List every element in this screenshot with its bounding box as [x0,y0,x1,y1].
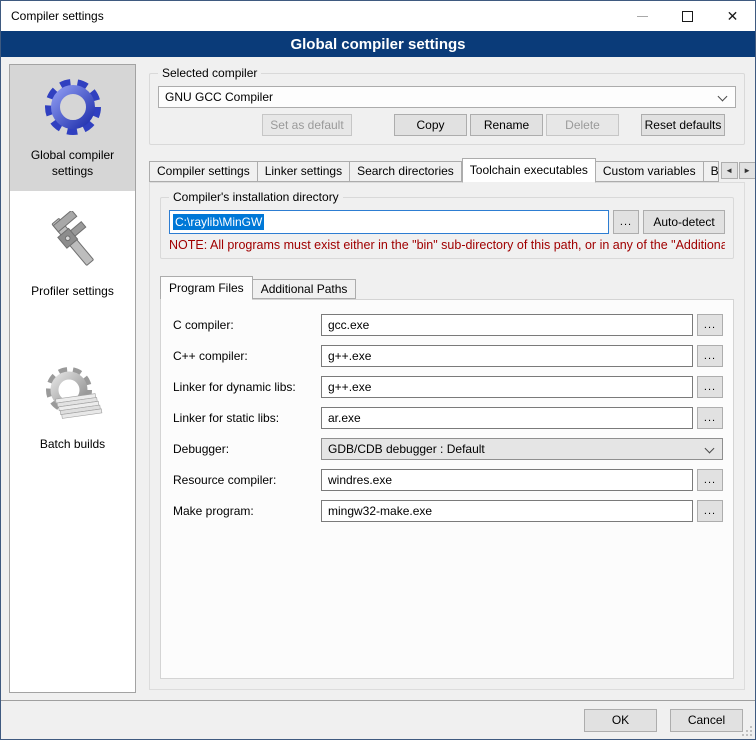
tab-custom-variables[interactable]: Custom variables [596,161,704,182]
installation-directory-group-label: Compiler's installation directory [169,190,343,204]
sidebar-item-label: Global compiler settings [14,147,131,179]
copy-button[interactable]: Copy [394,114,467,136]
sidebar-item-profiler-settings[interactable]: Profiler settings [10,201,135,311]
ok-button[interactable]: OK [584,709,657,732]
set-as-default-button: Set as default [262,114,352,136]
titlebar: Compiler settings ✕ [1,1,755,31]
caliper-icon [41,211,105,275]
page-title: Global compiler settings [290,36,465,53]
sidebar-item-label: Batch builds [40,436,105,452]
installation-directory-group: Compiler's installation directory C:\ray… [160,197,734,259]
toolchain-executables-panel: Compiler's installation directory C:\ray… [149,182,745,690]
rename-button[interactable]: Rename [470,114,543,136]
chevron-down-icon [705,444,715,454]
blue-gear-icon [41,75,105,139]
cpp-compiler-label: C++ compiler: [173,349,321,363]
installation-directory-value: C:\raylib\MinGW [173,214,264,230]
field-row: C compiler: gcc.exe ... [173,314,723,336]
selected-compiler-value: GNU GCC Compiler [165,90,273,104]
static-linker-browse-button[interactable]: ... [697,407,723,429]
settings-category-list: Global compiler settings Profiler settin… [9,64,136,693]
tab-linker-settings[interactable]: Linker settings [258,161,350,182]
make-program-label: Make program: [173,504,321,518]
reset-defaults-button[interactable]: Reset defaults [641,114,725,136]
resource-compiler-browse-button[interactable]: ... [697,469,723,491]
tab-scroll-buttons: ◄ ► [721,162,755,179]
field-row: Linker for dynamic libs: g++.exe ... [173,376,723,398]
minimize-icon [637,16,648,17]
debugger-value: GDB/CDB debugger : Default [328,442,485,456]
batch-builds-icon [41,364,105,428]
close-icon: ✕ [727,9,739,23]
auto-detect-button[interactable]: Auto-detect [643,210,725,234]
tab-toolchain-executables[interactable]: Toolchain executables [462,158,596,183]
debugger-label: Debugger: [173,442,321,456]
selected-compiler-group-label: Selected compiler [158,66,261,80]
resize-grip[interactable] [741,725,753,737]
tab-compiler-settings[interactable]: Compiler settings [149,161,258,182]
selected-compiler-dropdown[interactable]: GNU GCC Compiler [158,86,736,108]
tab-search-directories[interactable]: Search directories [350,161,462,182]
make-program-browse-button[interactable]: ... [697,500,723,522]
compiler-settings-dialog: Compiler settings ✕ Global compiler sett… [0,0,756,740]
resource-compiler-label: Resource compiler: [173,473,321,487]
program-tabstrip: Program Files Additional Paths [160,275,734,299]
selected-compiler-group: Selected compiler GNU GCC Compiler Set a… [149,73,745,145]
chevron-down-icon [718,92,728,102]
field-row: Linker for static libs: ar.exe ... [173,407,723,429]
field-row: Resource compiler: windres.exe ... [173,469,723,491]
make-program-input[interactable]: mingw32-make.exe [321,500,693,522]
program-files-panel: C compiler: gcc.exe ... C++ compiler: g+… [160,299,734,679]
dynamic-linker-input[interactable]: g++.exe [321,376,693,398]
tab-build-options[interactable]: Build [704,161,719,182]
static-linker-input[interactable]: ar.exe [321,407,693,429]
field-row: Debugger: GDB/CDB debugger : Default [173,438,723,460]
sidebar-item-global-compiler-settings[interactable]: Global compiler settings [10,65,135,191]
sidebar-item-batch-builds[interactable]: Batch builds [10,354,135,464]
tab-program-files[interactable]: Program Files [160,276,253,300]
dynamic-linker-browse-button[interactable]: ... [697,376,723,398]
installation-directory-input[interactable]: C:\raylib\MinGW [169,210,609,234]
debugger-dropdown[interactable]: GDB/CDB debugger : Default [321,438,723,460]
dynamic-linker-label: Linker for dynamic libs: [173,380,321,394]
tab-scroll-right-button[interactable]: ► [739,162,755,179]
installation-note: NOTE: All programs must exist either in … [169,238,725,252]
maximize-button[interactable] [665,1,710,31]
dialog-header: Global compiler settings [1,31,755,57]
compiler-action-buttons: Set as default Copy Rename Delete Reset … [158,114,736,136]
tab-scroll-left-button[interactable]: ◄ [721,162,738,179]
sidebar-item-label: Profiler settings [31,283,114,299]
delete-button: Delete [546,114,619,136]
field-row: Make program: mingw32-make.exe ... [173,500,723,522]
browse-directory-button[interactable]: ... [613,210,639,234]
field-row: C++ compiler: g++.exe ... [173,345,723,367]
tab-additional-paths[interactable]: Additional Paths [253,279,357,299]
c-compiler-input[interactable]: gcc.exe [321,314,693,336]
close-button[interactable]: ✕ [710,1,755,31]
maximize-icon [682,11,693,22]
c-compiler-browse-button[interactable]: ... [697,314,723,336]
cpp-compiler-input[interactable]: g++.exe [321,345,693,367]
cpp-compiler-browse-button[interactable]: ... [697,345,723,367]
caption-buttons: ✕ [620,1,755,31]
window-title: Compiler settings [1,9,620,23]
static-linker-label: Linker for static libs: [173,411,321,425]
dialog-footer: OK Cancel [1,700,755,739]
minimize-button[interactable] [620,1,665,31]
c-compiler-label: C compiler: [173,318,321,332]
cancel-button[interactable]: Cancel [670,709,743,732]
resource-compiler-input[interactable]: windres.exe [321,469,693,491]
settings-tabstrip: Compiler settings Linker settings Search… [149,157,745,182]
